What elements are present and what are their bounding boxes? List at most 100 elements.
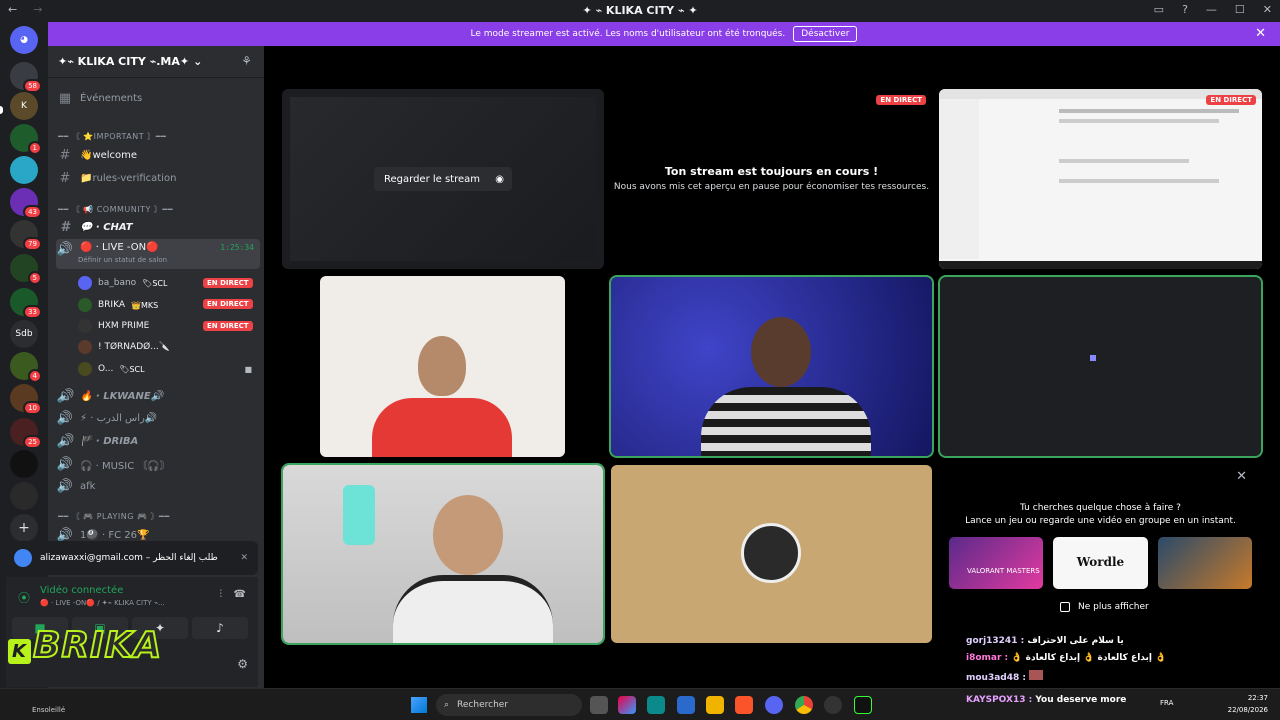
server-icon[interactable]: 25 [10, 418, 42, 449]
invite-icon[interactable]: ⚘ [241, 54, 252, 68]
browser-sidebar [939, 99, 979, 259]
camera-tile-user2[interactable] [609, 275, 934, 458]
camera-tile-user3[interactable] [281, 463, 605, 645]
server-icon[interactable]: 4 [10, 352, 42, 383]
card-label: VALORANT MASTERS [967, 567, 1040, 575]
soundboard-button[interactable]: ♪ [192, 617, 248, 639]
stream-tile-paused[interactable]: EN DIRECT Ton stream est toujours en cou… [611, 89, 932, 269]
clock-time[interactable]: 22:37 [1230, 694, 1268, 702]
hash-icon: # [59, 170, 71, 186]
avatar-tile-tornado[interactable] [611, 465, 932, 643]
server-icon[interactable]: 1 [10, 124, 42, 155]
weather-label[interactable]: Ensoleillé [32, 706, 65, 714]
voice-member[interactable]: O... 🏷SCL ■ [78, 360, 260, 378]
category-community[interactable]: ━━ 〘 📢 COMMUNITY 〙━━ [58, 204, 173, 215]
stream-tile-blurred[interactable]: Regarder le stream ◉ [282, 89, 604, 269]
server-icon[interactable]: 79 [10, 220, 42, 251]
chrome-icon[interactable] [795, 696, 813, 714]
voice-channel-name[interactable]: 🔴 · LIVE -ON🔴 / ✦⌁ KLIKA CITY ⌁... [40, 599, 165, 607]
settings-gear-icon[interactable]: ⚙ [237, 657, 248, 671]
selected-pill [0, 106, 3, 114]
close-icon[interactable]: ✕ [1236, 469, 1247, 484]
activity-card-game[interactable] [1158, 537, 1252, 589]
channel-label: 👋welcome [80, 149, 138, 161]
server-icon[interactable]: 10 [10, 384, 42, 415]
server-icon[interactable]: 33 [10, 288, 42, 319]
member-tag: 🏷SCL [142, 278, 168, 288]
language-indicator[interactable]: FRA [1160, 699, 1173, 707]
windows-start-icon[interactable] [411, 697, 427, 713]
brave-icon[interactable] [735, 696, 753, 714]
banner-close-icon[interactable]: ✕ [1255, 26, 1266, 41]
channel-status[interactable]: Définir un statut de salon [78, 256, 167, 264]
channel-chat[interactable]: # 💬 · CHAT [56, 217, 260, 237]
taskbar-search[interactable]: ⌕ Rechercher [436, 694, 582, 716]
obs-icon[interactable] [824, 696, 842, 714]
channel-rules[interactable]: # 📁rules-verification [56, 168, 260, 188]
store-icon[interactable] [677, 696, 695, 714]
channel-welcome[interactable]: # 👋welcome [56, 145, 260, 165]
server-icon[interactable] [10, 450, 38, 478]
task-view-icon[interactable] [590, 696, 608, 714]
voice-member[interactable]: ! TØRNADØ...🔪 [78, 338, 260, 356]
stream-tile-screen[interactable]: EN DIRECT [939, 89, 1262, 269]
person-head [433, 495, 503, 575]
minimize-button[interactable]: — [1206, 3, 1217, 16]
doc-line [1059, 119, 1219, 123]
channel-lkwane[interactable]: 🔊 🔥 · LKWANE🔊 [56, 386, 260, 406]
voice-status[interactable]: Vidéo connectée [40, 585, 123, 596]
server-icon-klika[interactable]: K [10, 92, 38, 120]
app-icon[interactable] [854, 696, 872, 714]
unread-badge: 33 [23, 305, 42, 319]
server-icon[interactable]: 58 [10, 62, 42, 93]
camera-tile-empty[interactable] [938, 275, 1263, 458]
person-body [701, 387, 871, 456]
server-icon[interactable] [10, 156, 38, 184]
events-item[interactable]: ▦ Événements [56, 88, 260, 108]
activity-card-wordle[interactable]: Wordle [1053, 537, 1148, 589]
channel-ras[interactable]: 🔊 ⚡ · راس الدرب🔊 [56, 408, 260, 428]
edge-icon[interactable] [647, 696, 665, 714]
server-icon[interactable]: 5 [10, 254, 42, 285]
watch-stream-button[interactable]: Regarder le stream ◉ [374, 167, 512, 191]
category-playing[interactable]: ━━ 〘 🎮 PLAYING 🎮 〙━━ [58, 511, 170, 522]
member-tag: 🏷SCL [119, 364, 145, 374]
chat-line: i8omar : 👌 إبداع كالعادة 👌 إبداع كالعادة… [966, 653, 1176, 670]
close-icon[interactable]: ✕ [240, 553, 248, 563]
dont-show-label: Ne plus afficher [1078, 602, 1149, 612]
server-icon[interactable]: 43 [10, 188, 42, 219]
explorer-icon[interactable] [706, 696, 724, 714]
channel-label: 🏴 · DRIBA [80, 435, 139, 447]
activity-card-valorant[interactable]: VALORANT MASTERS [949, 537, 1043, 589]
dont-show-option[interactable]: Ne plus afficher [1060, 602, 1149, 612]
channel-afk[interactable]: 🔊 afk [56, 476, 260, 496]
discord-icon[interactable] [765, 696, 783, 714]
checkbox[interactable] [1060, 602, 1070, 612]
server-icon-sdb[interactable]: Sdb [10, 320, 38, 348]
camera-tile-user1[interactable] [320, 276, 565, 457]
inbox-icon[interactable]: ▭ [1154, 3, 1164, 16]
channel-live-on[interactable]: 🔊 🔴 · LIVE -ON🔴 1:25:34 Définir un statu… [56, 239, 260, 269]
search-placeholder: Rechercher [457, 700, 509, 710]
close-button[interactable]: ✕ [1263, 3, 1272, 16]
help-icon[interactable]: ? [1182, 3, 1188, 16]
maximize-button[interactable]: ☐ [1235, 3, 1245, 16]
search-icon: ⌕ [444, 700, 450, 710]
category-important[interactable]: ━━ 〘 ⭐IMPORTANT 〙━━ [58, 131, 166, 142]
add-server-icon[interactable]: + [10, 514, 38, 542]
copilot-icon[interactable] [618, 696, 636, 714]
disable-streamer-button[interactable]: Désactiver [793, 26, 858, 42]
clock-date[interactable]: 22/08/2026 [1222, 706, 1268, 714]
discord-home-icon[interactable]: ◕ [10, 26, 38, 54]
doc-line [1059, 159, 1189, 163]
channel-music[interactable]: 🔊 🎧 · MUSIC 〘🎧〙 [56, 454, 260, 474]
noise-suppression-icon[interactable]: ⫶ [220, 589, 223, 600]
notification-toast[interactable]: alizawaxxi@gmail.com – طلب إلغاء الحظر ✕ [6, 541, 258, 575]
server-header[interactable]: ✦⌁ KLIKA CITY ⌁.MA✦ ⌄ ⚘ [48, 46, 264, 78]
hash-icon: # [60, 219, 70, 235]
avatar [78, 298, 92, 312]
disconnect-icon[interactable]: ☎ [234, 589, 246, 600]
server-icon-dreba[interactable] [10, 482, 38, 510]
channel-driba[interactable]: 🔊 🏴 · DRIBA [56, 431, 260, 451]
chat-line: KAYSPOX13 : You deserve more [966, 695, 1126, 705]
